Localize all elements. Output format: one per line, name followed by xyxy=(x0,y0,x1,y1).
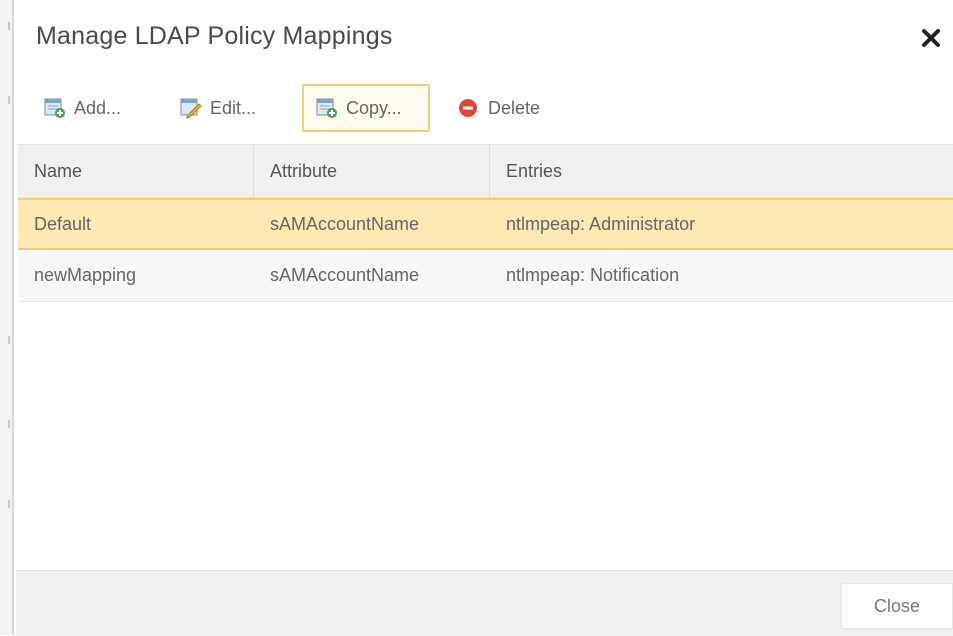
close-icon[interactable] xyxy=(919,26,943,50)
close-button[interactable]: Close xyxy=(841,583,953,629)
copy-label: Copy... xyxy=(346,97,402,118)
edit-icon xyxy=(180,97,202,119)
edge-tick xyxy=(8,420,10,428)
cell-entries: ntlmpeap: Administrator xyxy=(506,213,696,234)
delete-label: Delete xyxy=(488,97,541,118)
grid-header: Name Attribute Entries xyxy=(18,144,953,198)
copy-icon xyxy=(316,97,338,119)
edit-button[interactable]: Edit... xyxy=(178,84,284,132)
dialog-title: Manage LDAP Policy Mappings xyxy=(36,22,393,50)
manage-ldap-policy-mappings-dialog: Manage LDAP Policy Mappings Add... Edit.… xyxy=(16,0,953,636)
edge-tick xyxy=(8,500,10,508)
mappings-grid: Name Attribute Entries Default sAMAccoun… xyxy=(18,144,953,302)
cell-entries: ntlmpeap: Notification xyxy=(506,265,680,285)
table-row[interactable]: newMapping sAMAccountName ntlmpeap: Noti… xyxy=(18,250,953,302)
add-icon xyxy=(44,97,66,119)
dialog-footer: Close xyxy=(16,570,953,636)
cell-name: newMapping xyxy=(34,265,137,285)
edge-tick xyxy=(8,96,10,104)
edge-tick xyxy=(8,336,10,344)
background-window-edge xyxy=(0,0,14,635)
add-label: Add... xyxy=(74,97,122,118)
edge-tick xyxy=(8,22,10,30)
column-header-attribute[interactable]: Attribute xyxy=(254,145,490,197)
cell-attribute: sAMAccountName xyxy=(270,213,420,234)
toolbar: Add... Edit... Copy... Delete xyxy=(16,84,953,134)
cell-attribute: sAMAccountName xyxy=(270,265,420,285)
column-header-name[interactable]: Name xyxy=(18,145,254,197)
add-button[interactable]: Add... xyxy=(42,84,152,132)
table-row[interactable]: Default sAMAccountName ntlmpeap: Adminis… xyxy=(18,198,953,250)
column-header-entries[interactable]: Entries xyxy=(490,145,953,197)
edit-label: Edit... xyxy=(210,97,257,118)
cell-name: Default xyxy=(34,213,92,234)
delete-button[interactable]: Delete xyxy=(456,84,566,132)
delete-icon xyxy=(458,98,478,118)
copy-button[interactable]: Copy... xyxy=(302,84,430,132)
